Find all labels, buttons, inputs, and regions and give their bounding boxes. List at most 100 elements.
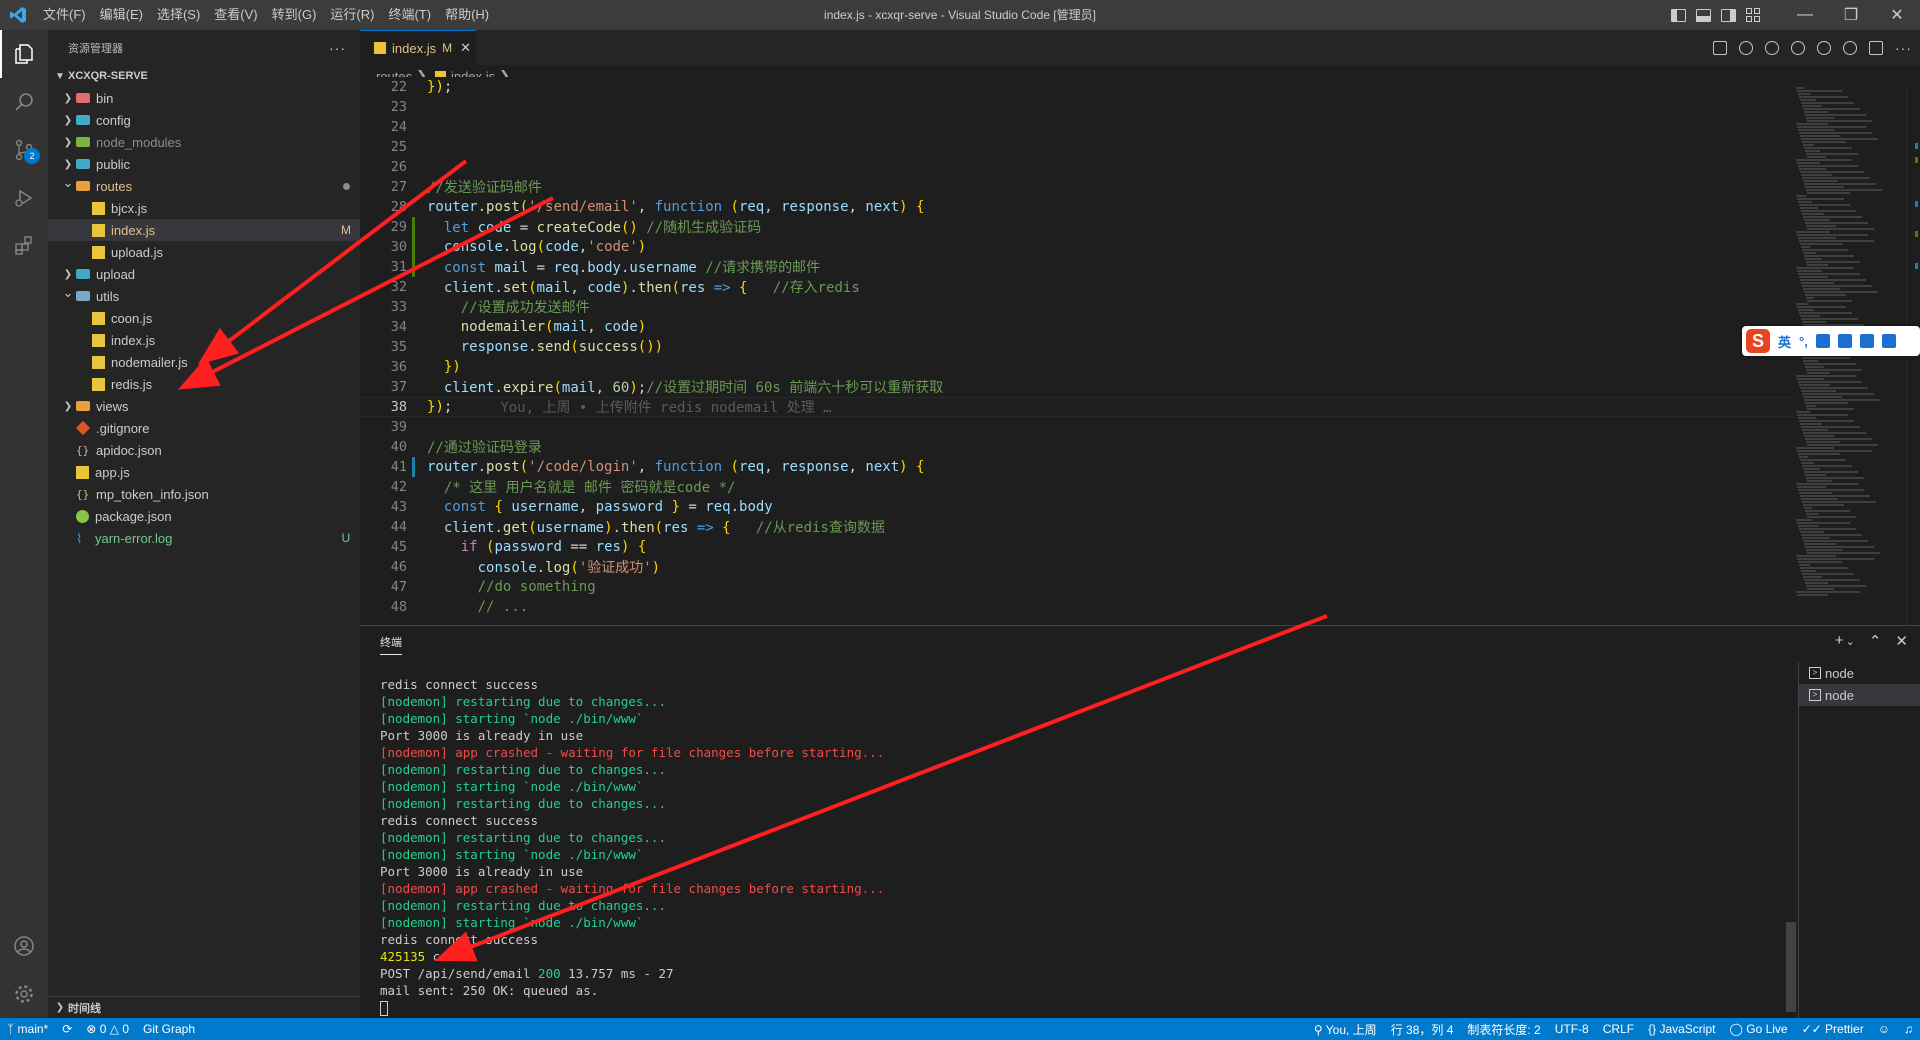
folder-item[interactable]: ⌄ utils xyxy=(48,285,360,307)
code-editor[interactable]: 22}); 23 24 25 26 27 //发送验证码邮件 28 router.post('/… xyxy=(360,77,1792,615)
menu-item[interactable]: 帮助(H) xyxy=(438,0,496,30)
menu-item[interactable]: 运行(R) xyxy=(323,0,381,30)
language-mode[interactable]: {} JavaScript xyxy=(1641,1022,1722,1036)
code-line[interactable]: 23 xyxy=(360,97,1792,117)
code-line[interactable]: 22}); xyxy=(360,77,1792,97)
git-next-icon[interactable] xyxy=(1791,40,1805,55)
menu-item[interactable]: 编辑(E) xyxy=(93,0,150,30)
file-item[interactable]: .gitignore xyxy=(48,417,360,439)
restore-button[interactable]: ❐ xyxy=(1828,0,1874,30)
terminal-instance[interactable]: > node xyxy=(1799,684,1920,706)
file-item[interactable]: upload.js xyxy=(48,241,360,263)
tab-index-js[interactable]: index.js M ✕ xyxy=(360,30,476,65)
file-item[interactable]: index.js M xyxy=(48,219,360,241)
code-line[interactable]: 35 response.send(success()) xyxy=(360,337,1792,357)
terminal-output[interactable]: redis connect success [nodemon] restartin… xyxy=(380,676,1760,1016)
code-line[interactable]: 36 }) xyxy=(360,357,1792,377)
accounts-icon[interactable] xyxy=(0,922,48,970)
code-line[interactable]: 24 xyxy=(360,117,1792,137)
folder-item[interactable]: ❯ public xyxy=(48,153,360,175)
git-gutter-marker[interactable] xyxy=(412,217,415,237)
file-item[interactable]: ⌇ yarn-error.log U xyxy=(48,527,360,549)
menu-item[interactable]: 转到(G) xyxy=(265,0,324,30)
toggle-panel-icon[interactable] xyxy=(1696,8,1711,22)
ime-punctuation[interactable]: °, xyxy=(1799,334,1808,349)
code-line[interactable]: 26 xyxy=(360,157,1792,177)
editor-scrollbar[interactable] xyxy=(1906,87,1920,625)
run-debug-icon[interactable] xyxy=(0,174,48,222)
code-line[interactable]: 28 router.post('/send/email', function (r… xyxy=(360,197,1792,217)
editor-more-actions-icon[interactable]: ··· xyxy=(1895,40,1912,56)
workspace-root[interactable]: ▼ XCXQR-SERVE xyxy=(48,65,360,87)
end-of-line[interactable]: CRLF xyxy=(1596,1022,1641,1036)
open-changes-icon[interactable] xyxy=(1713,40,1727,55)
maximize-panel-icon[interactable]: ⌃ xyxy=(1869,632,1882,652)
git-previous-icon[interactable] xyxy=(1739,40,1753,55)
customize-layout-icon[interactable] xyxy=(1746,8,1760,22)
menu-item[interactable]: 选择(S) xyxy=(150,0,207,30)
source-control-icon[interactable]: 2 xyxy=(0,126,48,174)
minimize-button[interactable]: — xyxy=(1782,0,1828,30)
menu-item[interactable]: 文件(F) xyxy=(36,0,93,30)
file-item[interactable]: redis.js xyxy=(48,373,360,395)
indentation[interactable]: 制表符长度: 2 xyxy=(1460,1021,1547,1038)
search-icon[interactable] xyxy=(0,78,48,126)
go-live-button[interactable]: ◯ Go Live xyxy=(1722,1022,1794,1036)
keyboard-icon[interactable] xyxy=(1837,334,1852,348)
menu-item[interactable]: 查看(V) xyxy=(207,0,264,30)
code-line[interactable]: 27 //发送验证码邮件 xyxy=(360,177,1792,197)
code-line[interactable]: 38}); You, 上周 • 上传附件 redis nodemail 处理 … xyxy=(360,397,1792,417)
code-line[interactable]: 33 //设置成功发送邮件 xyxy=(360,297,1792,317)
toggle-secondary-sidebar-icon[interactable] xyxy=(1721,8,1736,22)
close-tab-icon[interactable]: ✕ xyxy=(460,40,471,56)
code-line[interactable]: 41 router.post('/code/login', function (r… xyxy=(360,457,1792,477)
skin-icon[interactable] xyxy=(1859,334,1874,348)
folder-item[interactable]: ⌄ routes xyxy=(48,175,360,197)
file-item[interactable]: package.json xyxy=(48,505,360,527)
code-line[interactable]: 31 const mail = req.body.username //请求携带… xyxy=(360,257,1792,277)
code-line[interactable]: 30 console.log(code,'code') xyxy=(360,237,1792,257)
file-item[interactable]: nodemailer.js xyxy=(48,351,360,373)
ime-language[interactable]: 英 xyxy=(1778,332,1791,351)
folder-item[interactable]: ❯ views xyxy=(48,395,360,417)
go-live-preview-icon[interactable] xyxy=(1843,40,1857,55)
toolbox-icon[interactable] xyxy=(1881,334,1896,348)
timeline-compare-icon[interactable] xyxy=(1817,40,1831,55)
folder-item[interactable]: ❯ upload xyxy=(48,263,360,285)
cursor-position[interactable]: 行 38，列 4 xyxy=(1384,1021,1461,1038)
file-item[interactable]: app.js xyxy=(48,461,360,483)
feedback-icon[interactable]: ☺ xyxy=(1871,1022,1897,1036)
folder-item[interactable]: ❯ config xyxy=(48,109,360,131)
tab-terminal[interactable]: 终端 xyxy=(380,634,402,655)
code-line[interactable]: 43 const { username, password } = req.bo… xyxy=(360,497,1792,517)
ime-toolbar[interactable]: S 英 °, xyxy=(1742,326,1920,356)
terminal-scrollbar[interactable] xyxy=(1786,922,1796,1012)
git-commit-icon[interactable] xyxy=(1765,40,1779,55)
file-item[interactable]: {} apidoc.json xyxy=(48,439,360,461)
code-line[interactable]: 37 client.expire(mail, 60);//设置过期时间 60s … xyxy=(360,377,1792,397)
code-line[interactable]: 47 //do something xyxy=(360,577,1792,597)
code-line[interactable]: 32 client.set(mail, code).then(res => { … xyxy=(360,277,1792,297)
notifications-bell-icon[interactable]: ♫ xyxy=(1897,1022,1920,1036)
new-terminal-icon[interactable]: + xyxy=(1835,632,1844,652)
close-window-button[interactable]: ✕ xyxy=(1874,0,1920,30)
explorer-icon[interactable] xyxy=(0,30,48,78)
code-line[interactable]: 45 if (password == res) { xyxy=(360,537,1792,557)
minimap[interactable] xyxy=(1792,87,1906,625)
timeline-section[interactable]: ❯ 时间线 xyxy=(48,996,360,1018)
problems-status[interactable]: ⊗ 0 △ 0 xyxy=(79,1022,136,1036)
git-blame-status[interactable]: ⚲ You, 上周 xyxy=(1307,1021,1384,1038)
code-line[interactable]: 44 client.get(username).then(res => { //… xyxy=(360,517,1792,537)
code-line[interactable]: 34 nodemailer(mail, code) xyxy=(360,317,1792,337)
toggle-primary-sidebar-icon[interactable] xyxy=(1671,8,1686,22)
code-line[interactable]: 46 console.log('验证成功') xyxy=(360,557,1792,577)
split-editor-icon[interactable] xyxy=(1869,40,1883,55)
file-item[interactable]: coon.js xyxy=(48,307,360,329)
encoding[interactable]: UTF-8 xyxy=(1548,1022,1596,1036)
menu-item[interactable]: 终端(T) xyxy=(381,0,438,30)
folder-item[interactable]: ❯ node_modules xyxy=(48,131,360,153)
file-item[interactable]: {} mp_token_info.json xyxy=(48,483,360,505)
code-line[interactable]: 48 // ... xyxy=(360,597,1792,615)
git-graph-button[interactable]: Git Graph xyxy=(136,1022,202,1036)
folder-item[interactable]: ❯ bin xyxy=(48,87,360,109)
